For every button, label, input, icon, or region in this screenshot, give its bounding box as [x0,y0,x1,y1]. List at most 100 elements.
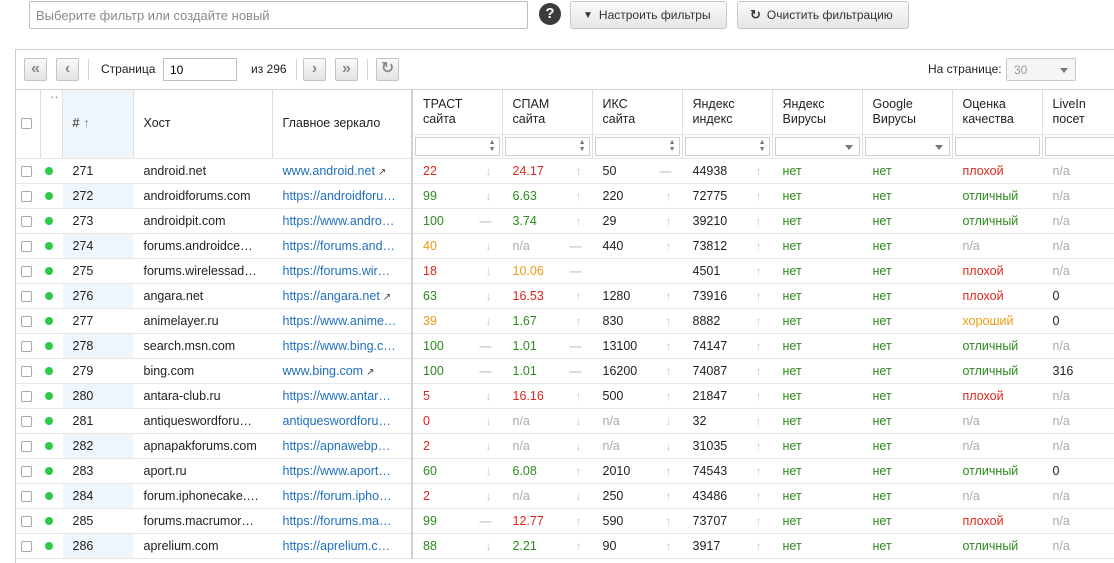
row-checkbox[interactable] [21,265,32,277]
next-page-button[interactable]: › [303,58,326,81]
gvirus-value: нет [872,513,892,528]
prev-page-button[interactable]: ‹ [56,58,79,81]
table-row[interactable]: 284 forum.iphonecake.… https://forum.ipho…… [16,483,1114,509]
yvirus-filter-select[interactable] [774,136,860,156]
col-mirror-label: Главное зеркало [282,116,381,131]
mirror-link[interactable]: https://www.andro… [283,214,395,228]
gvirus-cell: нет [862,533,952,559]
lj-filter-cell [1042,134,1114,159]
quality-cell: плохой [952,383,1042,409]
per-page-select[interactable]: 30 [1006,58,1076,81]
page-number-input[interactable] [163,58,237,81]
row-checkbox[interactable] [21,390,32,402]
last-page-button[interactable]: » [335,58,358,81]
col-liveinternet[interactable]: LiveIn посет [1042,90,1114,135]
quality-filter-input[interactable] [954,136,1040,156]
mirror-cell: https://www.anime… [272,308,413,334]
lj-cell: 0 [1042,308,1114,334]
mirror-link[interactable]: https://www.anime… [283,314,397,328]
table-row[interactable]: 282 apnapakforums.com https://apnawebp… 2 ↓ n… [16,433,1114,459]
row-checkbox[interactable] [21,315,32,327]
host-value: aport.ru [143,463,187,478]
mirror-link[interactable]: https://apnawebp… [283,439,391,453]
col-yandex-virus[interactable]: Яндекс Вирусы [772,90,863,135]
iks-filter-input[interactable]: ▲ ▼ [594,136,680,156]
row-checkbox[interactable] [21,165,32,177]
mirror-link[interactable]: https://forums.ma… [283,514,392,528]
mirror-link[interactable]: https://www.bing.c… [283,339,396,353]
external-link-icon[interactable]: ↗ [366,367,374,378]
col-quality[interactable]: Оценка качества [952,90,1043,135]
table-row[interactable]: 278 search.msn.com https://www.bing.c… 100 —… [16,333,1114,359]
mirror-link[interactable]: https://angara.net [283,289,380,303]
trust-filter-input[interactable]: ▲ ▼ [415,136,500,156]
col-mirror[interactable]: Главное зеркало [272,90,413,159]
table-row[interactable]: 272 androidforums.com https://androidforu…… [16,183,1114,209]
table-row[interactable]: 281 antiqueswordforu… antiqueswordforu… 0 ↓ n… [16,408,1114,434]
status-dot-icon [44,517,53,526]
table-row[interactable]: 274 forums.androidce… https://forums.and… 4… [16,233,1114,259]
table-row[interactable]: 275 forums.wirelessad… https://forums.wir…… [16,258,1114,284]
row-checkbox[interactable] [21,190,32,202]
table-row[interactable]: 273 androidpit.com https://www.andro… 100 — 3… [16,208,1114,234]
col-num[interactable]: # ↑ [62,90,134,159]
table-row[interactable]: 286 aprelium.com https://aprelium.c… 88 ↓ 2.2… [16,533,1114,559]
mirror-link[interactable]: https://aprelium.c… [283,539,391,553]
row-checkbox[interactable] [21,465,32,477]
row-checkbox[interactable] [21,515,32,527]
external-link-icon[interactable]: ↗ [383,292,391,303]
mirror-link[interactable]: antiqueswordforu… [283,414,391,428]
external-link-icon[interactable]: ↗ [378,167,386,178]
table-row[interactable]: 285 forums.macrumor… https://forums.ma… 99 —… [16,508,1114,534]
col-iks[interactable]: ИКС сайта [592,90,683,135]
row-checkbox[interactable] [21,540,32,552]
table-row[interactable]: 277 animelayer.ru https://www.anime… 39 ↓ 1.6… [16,308,1114,334]
col-yandex-index[interactable]: Яндекс индекс [682,90,773,135]
gvirus-filter-select[interactable] [864,136,950,156]
host-value: angara.net [143,288,204,303]
col-host[interactable]: Хост [133,90,273,159]
mirror-link[interactable]: https://forum.ipho… [283,489,392,503]
filter-input[interactable] [29,1,528,29]
col-spam[interactable]: СПАМ сайта [502,90,593,135]
mirror-link[interactable]: https://www.antar… [283,389,391,403]
lj-filter-input[interactable] [1044,136,1114,156]
column-menu-icon[interactable]: ·· [50,90,61,104]
configure-filters-button[interactable]: ▼ Настроить фильтры [570,1,727,29]
reload-button[interactable]: ↻ [376,58,399,81]
table-row[interactable]: 271 android.net www.android.net ↗ 22 ↓ 24.17 ↑ 5… [16,158,1114,184]
col-google-virus[interactable]: Google Вирусы [862,90,953,135]
mirror-link[interactable]: https://www.aport… [283,464,391,478]
table-row[interactable]: 283 aport.ru https://www.aport… 60 ↓ 6.08 ↑ 201… [16,458,1114,484]
mirror-link[interactable]: www.android.net [283,164,375,178]
spam-value: 16.53 [512,288,544,303]
table-row[interactable]: 280 antara-club.ru https://www.antar… 5 ↓ 16.… [16,383,1114,409]
host-value: antara-club.ru [143,388,221,403]
row-checkbox[interactable] [21,215,32,227]
trust-value: 100 [423,363,444,378]
yindex-filter-input[interactable]: ▲ ▼ [684,136,770,156]
row-checkbox[interactable] [21,290,32,302]
row-checkbox[interactable] [21,490,32,502]
col-trust[interactable]: ТРАСТ сайта [412,90,503,135]
status-cell [40,308,62,334]
gvirus-value: нет [872,488,892,503]
spam-filter-input[interactable]: ▲ ▼ [504,136,590,156]
row-checkbox[interactable] [21,440,32,452]
first-page-button[interactable]: « [24,58,47,81]
row-checkbox[interactable] [21,240,32,252]
mirror-link[interactable]: www.bing.com [283,364,364,378]
row-checkbox[interactable] [21,340,32,352]
select-all-checkbox[interactable] [21,118,32,130]
help-icon[interactable]: ? [539,3,561,25]
mirror-link[interactable]: https://forums.and… [283,239,396,253]
mirror-link[interactable]: https://androidforu… [283,189,396,203]
table-row[interactable]: 279 bing.com www.bing.com ↗ 100—1.01—16200 ↑ 7… [16,358,1114,384]
row-checkbox[interactable] [21,365,32,377]
host-cell: animelayer.ru [133,308,272,334]
mirror-link[interactable]: https://forums.wir… [283,264,391,278]
row-checkbox[interactable] [21,415,32,427]
table-row[interactable]: 276 angara.net https://angara.net ↗ 63 ↓ 16.53… [16,283,1114,309]
clear-filters-button[interactable]: ↻ Очистить фильтрацию [737,1,909,29]
gvirus-cell: нет [862,233,952,259]
